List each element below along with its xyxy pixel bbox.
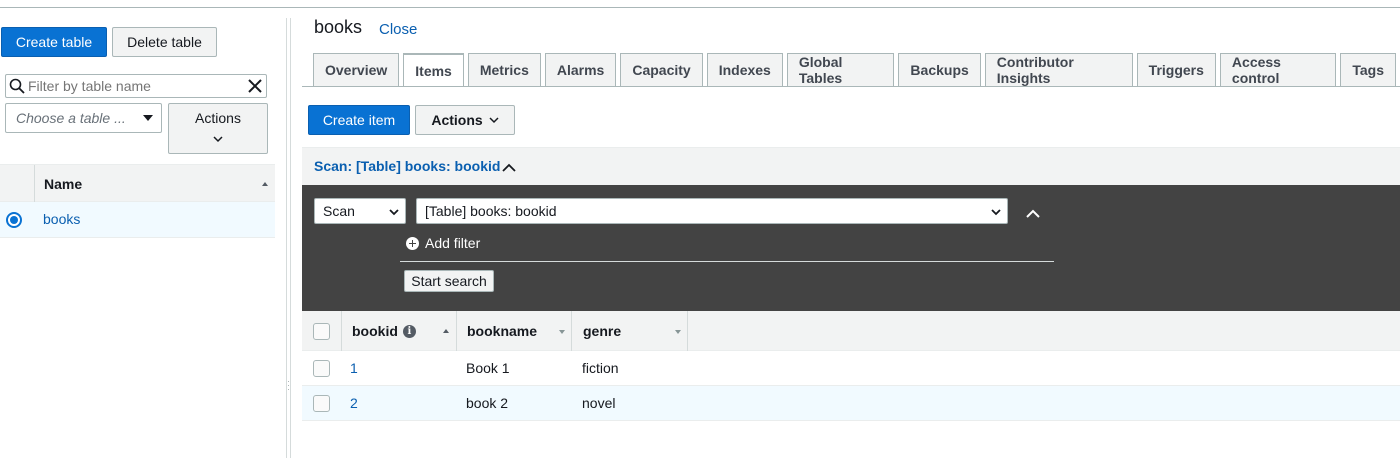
scan-mode-value: Scan xyxy=(323,203,355,219)
resize-grip-icon[interactable]: · · · xyxy=(287,378,290,400)
tab-overview[interactable]: Overview xyxy=(313,53,400,86)
tab-indexes[interactable]: Indexes xyxy=(706,53,783,86)
sort-icon[interactable] xyxy=(559,330,565,334)
table-select-placeholder: Choose a table ... xyxy=(16,110,126,126)
chevron-up-icon[interactable] xyxy=(502,159,516,175)
select-all-checkbox[interactable] xyxy=(313,323,330,340)
table-name-link[interactable]: books xyxy=(43,211,80,227)
tab-alarms[interactable]: Alarms xyxy=(544,53,617,86)
bookid-header-label: bookid xyxy=(352,323,398,339)
close-link[interactable]: Close xyxy=(379,21,417,38)
tab-contributor-insights[interactable]: Contributor Insights xyxy=(984,53,1133,86)
table-filter[interactable] xyxy=(5,74,267,98)
chevron-down-icon xyxy=(489,116,499,123)
top-border xyxy=(0,0,1400,8)
scan-summary[interactable]: Scan: [Table] books: bookid xyxy=(314,158,500,174)
column-divider xyxy=(456,311,457,351)
tab-metrics[interactable]: Metrics xyxy=(467,53,541,86)
bookid-cell[interactable]: 1 xyxy=(350,360,358,376)
search-icon xyxy=(6,78,28,94)
chevron-down-icon xyxy=(213,130,223,146)
add-filter-label: Add filter xyxy=(425,235,481,251)
genre-cell: fiction xyxy=(582,360,619,376)
row-checkbox[interactable] xyxy=(313,360,330,377)
tables-header: Name xyxy=(0,164,275,203)
tab-backups[interactable]: Backups xyxy=(898,53,981,86)
add-filter-link[interactable]: Add filter xyxy=(406,235,480,251)
create-item-button[interactable]: Create item xyxy=(308,105,410,135)
tab-capacity[interactable]: Capacity xyxy=(620,53,703,86)
sort-asc-icon[interactable] xyxy=(443,329,449,333)
scan-mode-select[interactable]: Scan xyxy=(314,198,406,224)
chevron-up-icon[interactable] xyxy=(1025,205,1041,221)
column-divider xyxy=(341,311,342,351)
tab-bar: Overview Items Metrics Alarms Capacity I… xyxy=(313,53,1400,87)
scan-target-select[interactable]: [Table] books: bookid xyxy=(416,198,1008,224)
table-radio[interactable] xyxy=(6,212,22,228)
page-title: books xyxy=(314,17,363,37)
items-header: bookid i bookname genre xyxy=(302,311,1400,351)
start-search-button[interactable]: Start search xyxy=(404,270,494,292)
tabs-underline xyxy=(302,86,1400,87)
row-checkbox[interactable] xyxy=(313,395,330,412)
caret-down-icon xyxy=(143,115,153,121)
info-icon[interactable]: i xyxy=(402,324,416,338)
genre-cell: novel xyxy=(582,395,616,411)
chevron-down-icon xyxy=(990,205,1002,221)
tables-panel: Create table Delete table Choose a table… xyxy=(0,9,283,458)
sort-asc-icon[interactable] xyxy=(262,182,268,186)
left-actions-button[interactable]: Actions xyxy=(168,103,268,154)
column-divider xyxy=(571,311,572,351)
scan-summary-bar[interactable]: Scan: [Table] books: bookid xyxy=(302,147,1400,185)
bookname-column-header[interactable]: bookname xyxy=(467,323,537,339)
tab-triggers[interactable]: Triggers xyxy=(1136,53,1216,86)
filter-divider xyxy=(400,261,1054,262)
table-select[interactable]: Choose a table ... xyxy=(5,103,162,133)
bookid-cell[interactable]: 2 xyxy=(350,395,358,411)
sort-icon[interactable] xyxy=(675,330,681,334)
create-table-button[interactable]: Create table xyxy=(1,27,107,57)
items-actions-label: Actions xyxy=(431,112,483,128)
left-actions-label: Actions xyxy=(195,110,241,126)
tab-items[interactable]: Items xyxy=(403,53,464,87)
bookname-cell: Book 1 xyxy=(466,360,510,376)
scan-target-value: [Table] books: bookid xyxy=(425,203,557,219)
items-actions-button[interactable]: Actions xyxy=(415,105,515,135)
table-row[interactable]: 1 Book 1 fiction xyxy=(302,351,1400,386)
column-divider xyxy=(687,311,688,351)
table-row[interactable]: 2 book 2 novel xyxy=(302,386,1400,421)
clear-icon[interactable] xyxy=(244,79,266,93)
genre-column-header[interactable]: genre xyxy=(583,323,621,339)
plus-circle-icon xyxy=(406,236,419,250)
tab-global-tables[interactable]: Global Tables xyxy=(786,53,895,86)
tab-access-control[interactable]: Access control xyxy=(1219,53,1337,86)
delete-table-button[interactable]: Delete table xyxy=(112,27,217,57)
name-column-header[interactable]: Name xyxy=(44,176,82,192)
chevron-down-icon xyxy=(388,205,400,221)
table-row[interactable]: books xyxy=(0,202,275,238)
tab-tags[interactable]: Tags xyxy=(1340,53,1396,86)
column-divider xyxy=(34,165,35,203)
bookid-column-header[interactable]: bookid i xyxy=(352,323,416,339)
bookname-cell: book 2 xyxy=(466,395,509,411)
filter-input[interactable] xyxy=(28,78,244,94)
scan-panel: Scan [Table] books: bookid Add filter St… xyxy=(302,185,1400,311)
